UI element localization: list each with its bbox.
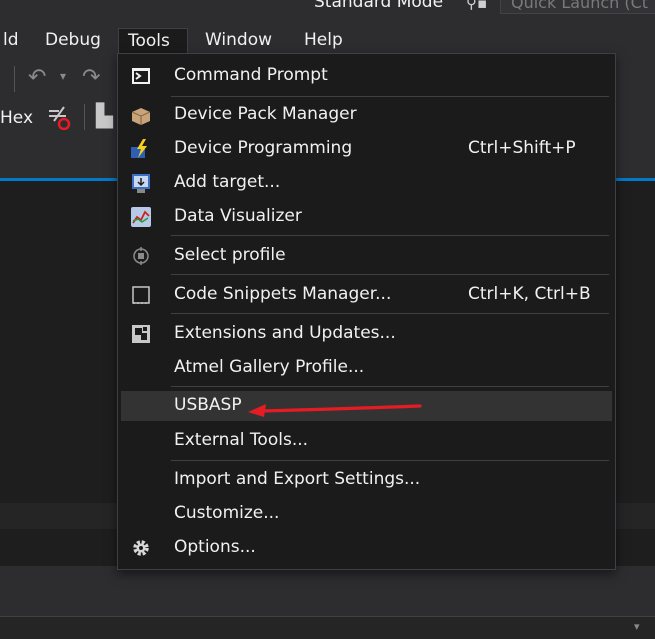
toolbar-separator — [84, 104, 85, 130]
undo-dropdown-icon[interactable]: ▾ — [60, 70, 66, 82]
toolbar-separator — [14, 66, 15, 92]
menu-item-label: USBASP — [174, 395, 242, 415]
menu-item-code-snippets-manager[interactable]: Code Snippets Manager... Ctrl+K, Ctrl+B — [121, 280, 612, 310]
menu-item-label: Customize... — [174, 503, 280, 523]
chart-icon — [130, 206, 152, 228]
output-panel — [0, 566, 655, 616]
status-bar: ▾ — [0, 616, 655, 639]
menu-item-data-visualizer[interactable]: Data Visualizer — [121, 202, 612, 232]
annotation-arrow — [248, 404, 422, 417]
menu-item-label: Device Pack Manager — [174, 104, 357, 124]
menu-item-label: Import and Export Settings... — [174, 469, 421, 489]
package-icon — [130, 104, 152, 126]
memory-icon[interactable]: ▙ — [96, 106, 113, 128]
menu-item-external-tools[interactable]: External Tools... — [121, 426, 612, 456]
tools-menu: Command Prompt Device Pack Manager Devic… — [117, 53, 616, 570]
add-target-icon — [130, 172, 152, 194]
menu-item-label: Add target... — [174, 172, 281, 192]
menu-item-extensions-and-updates[interactable]: Extensions and Updates... — [121, 319, 612, 349]
menu-item-label: Code Snippets Manager... — [174, 284, 392, 304]
menu-item-customize[interactable]: Customize... — [121, 499, 612, 529]
snippet-icon — [130, 284, 152, 306]
menu-separator — [171, 96, 609, 97]
menu-item-label: External Tools... — [174, 430, 309, 450]
redo-icon[interactable]: ↷ — [82, 67, 100, 89]
hex-toggle-button[interactable]: Hex — [0, 108, 33, 128]
menu-item-command-prompt[interactable]: Command Prompt — [121, 61, 612, 91]
menu-item-label: Select profile — [174, 245, 286, 265]
menu-item-shortcut: Ctrl+Shift+P — [468, 138, 576, 158]
gear-icon — [130, 537, 152, 559]
extensions-icon — [130, 323, 152, 345]
menu-item-atmel-gallery-profile[interactable]: Atmel Gallery Profile... — [121, 353, 612, 383]
menu-item-add-target[interactable]: Add target... — [121, 168, 612, 198]
feedback-icon[interactable]: ⚲▪ — [466, 0, 487, 12]
chevron-down-icon[interactable]: ▾ — [634, 621, 640, 632]
menu-separator — [171, 235, 609, 236]
menu-tools[interactable]: Tools — [118, 28, 188, 56]
menu-help[interactable]: Help — [295, 28, 352, 56]
menu-item-device-programming[interactable]: Device Programming Ctrl+Shift+P — [121, 134, 612, 164]
menu-debug[interactable]: Debug — [36, 28, 110, 56]
menu-item-options[interactable]: Options... — [121, 533, 612, 563]
title-bar: Standard Mode ⚲▪ Quick Launch (Ct — [0, 0, 655, 22]
undo-icon[interactable]: ↶ — [28, 67, 46, 89]
menu-item-device-pack-manager[interactable]: Device Pack Manager — [121, 100, 612, 130]
quick-launch-input[interactable]: Quick Launch (Ct — [500, 0, 655, 14]
menu-separator — [171, 386, 609, 387]
lightning-icon — [130, 138, 152, 160]
quick-launch-placeholder: Quick Launch (Ct — [511, 0, 649, 12]
menu-build[interactable]: ld — [0, 28, 28, 56]
menu-item-shortcut: Ctrl+K, Ctrl+B — [468, 284, 591, 304]
menu-item-label: Data Visualizer — [174, 206, 302, 226]
menu-separator — [171, 460, 609, 461]
menu-window[interactable]: Window — [196, 28, 281, 56]
menu-item-label: Atmel Gallery Profile... — [174, 357, 365, 377]
menu-item-import-export-settings[interactable]: Import and Export Settings... — [121, 465, 612, 495]
menu-item-label: Extensions and Updates... — [174, 323, 396, 343]
menu-item-label: Options... — [174, 537, 256, 557]
menu-item-label: Command Prompt — [174, 65, 328, 85]
command-prompt-icon — [130, 65, 152, 87]
profile-icon — [130, 245, 152, 267]
menu-separator — [171, 274, 609, 275]
mode-indicator: Standard Mode — [314, 0, 444, 12]
menu-separator — [171, 313, 609, 314]
menu-item-label: Device Programming — [174, 138, 353, 158]
menu-item-select-profile[interactable]: Select profile — [121, 241, 612, 271]
breakpoints-icon[interactable] — [46, 104, 72, 131]
